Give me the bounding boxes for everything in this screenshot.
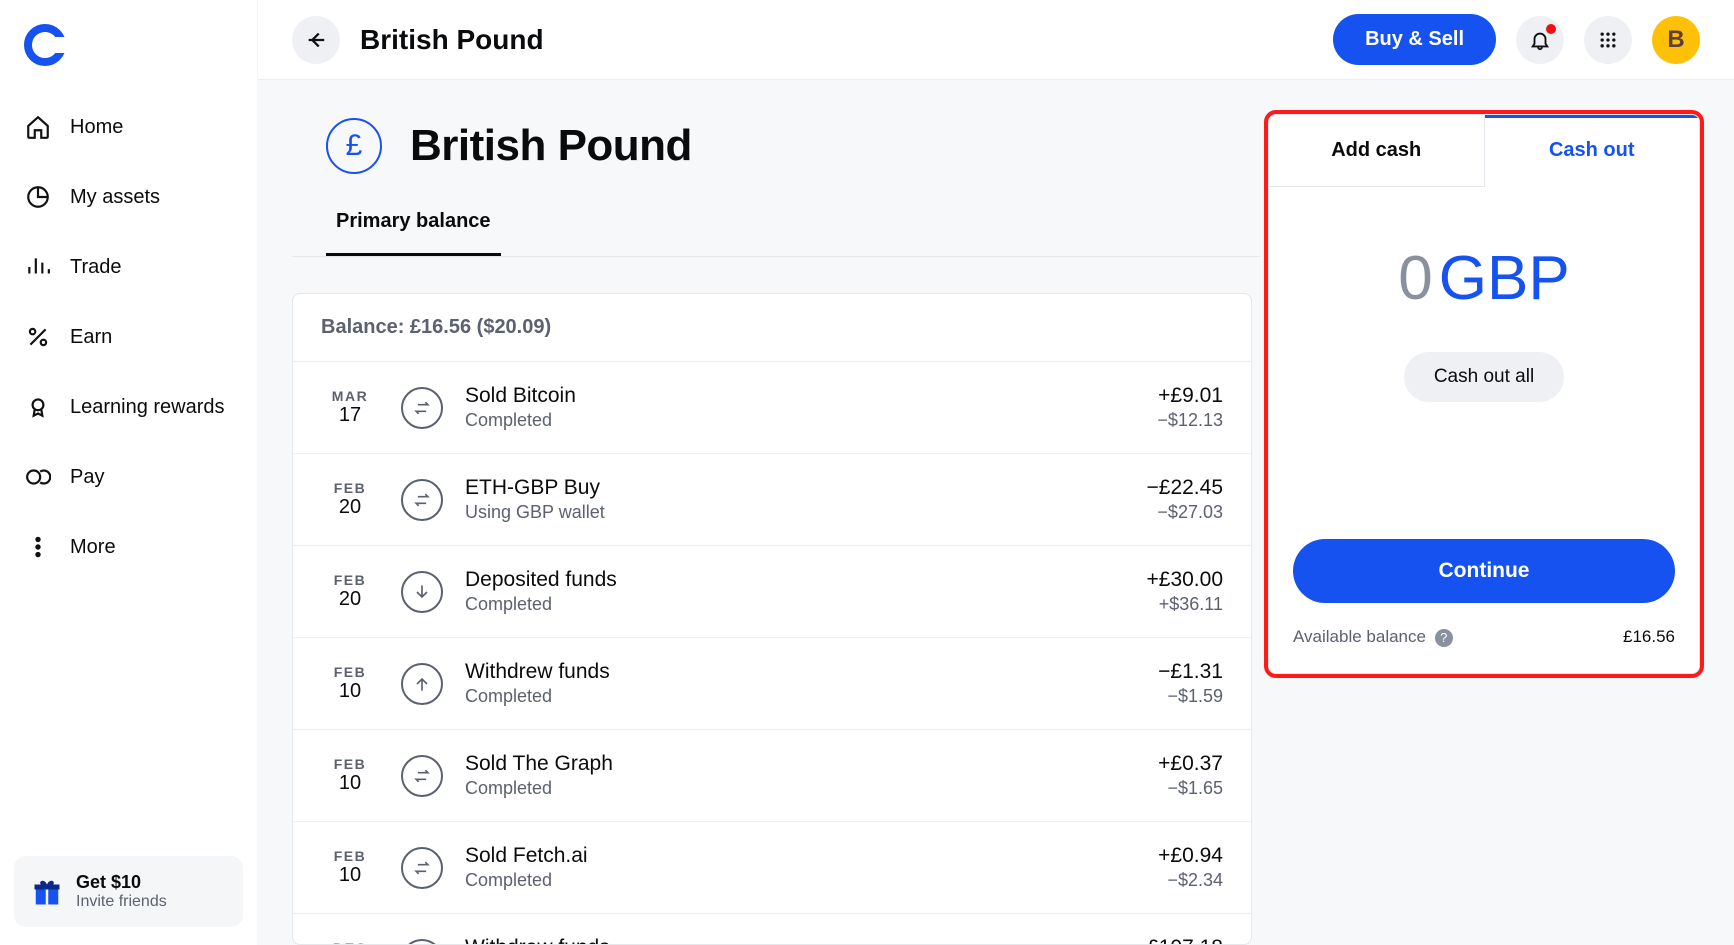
- tab-add-cash[interactable]: Add cash: [1269, 115, 1485, 187]
- tx-amount: −£107.18−$131.17: [1135, 936, 1223, 945]
- tx-date: FEB10: [321, 756, 379, 795]
- invite-friends-card[interactable]: Get $10 Invite friends: [14, 856, 243, 927]
- tx-type-icon: [401, 387, 443, 429]
- transaction-row[interactable]: FEB10 Sold Fetch.aiCompleted+£0.94−$2.34: [293, 822, 1251, 914]
- amount-value: 0: [1398, 244, 1432, 313]
- notification-dot-icon: [1546, 24, 1556, 34]
- cashout-all-button[interactable]: Cash out all: [1404, 352, 1564, 402]
- tx-info: Withdrew fundsCompleted: [465, 660, 1158, 707]
- sidebar-item-label: Trade: [70, 256, 122, 279]
- tx-info: Sold BitcoinCompleted: [465, 384, 1157, 431]
- cashout-amount-display[interactable]: 0GBP: [1269, 187, 1699, 352]
- sidebar-item-label: Earn: [70, 326, 112, 349]
- transactions-card: Balance: £16.56 ($20.09) MAR17 Sold Bitco…: [292, 293, 1252, 945]
- tx-amount: −£22.45−$27.03: [1147, 476, 1224, 523]
- coinbase-logo-icon: [24, 24, 66, 66]
- buy-sell-button[interactable]: Buy & Sell: [1333, 14, 1496, 65]
- tx-date: MAR17: [321, 388, 379, 427]
- asset-header: £ British Pound: [292, 114, 1260, 198]
- sidebar: Home My assets Trade Earn: [0, 0, 258, 945]
- apps-button[interactable]: [1584, 16, 1632, 64]
- sidebar-item-assets[interactable]: My assets: [14, 166, 243, 228]
- sidebar-item-earn[interactable]: Earn: [14, 306, 243, 368]
- tx-date: FEB10: [321, 848, 379, 887]
- back-button[interactable]: [292, 16, 340, 64]
- tx-type-icon: [401, 571, 443, 613]
- tx-type-icon: [401, 939, 443, 945]
- sidebar-item-more[interactable]: More: [14, 516, 243, 578]
- tx-amount: +£0.37−$1.65: [1158, 752, 1223, 799]
- more-icon: [24, 534, 52, 560]
- tx-amount: +£9.01−$12.13: [1157, 384, 1223, 431]
- topbar: British Pound Buy & Sell B: [258, 0, 1734, 79]
- tx-type-icon: [401, 755, 443, 797]
- learning-icon: [24, 394, 52, 420]
- tab-primary-balance[interactable]: Primary balance: [326, 198, 501, 256]
- sidebar-item-label: Pay: [70, 466, 104, 489]
- tx-info: Withdrew fundsCompleted: [465, 936, 1135, 945]
- tx-info: Deposited fundsCompleted: [465, 568, 1147, 615]
- tx-date: FEB20: [321, 480, 379, 519]
- tx-date: FEB20: [321, 572, 379, 611]
- balance-line: Balance: £16.56 ($20.09): [293, 294, 1251, 362]
- transaction-row[interactable]: FEB20 Deposited fundsCompleted+£30.00+$36…: [293, 546, 1251, 638]
- tx-amount: +£30.00+$36.11: [1147, 568, 1224, 615]
- sidebar-item-label: My assets: [70, 186, 160, 209]
- invite-title: Get $10: [76, 872, 167, 893]
- transaction-row[interactable]: FEB10 Withdrew fundsCompleted−£1.31−$1.59: [293, 638, 1251, 730]
- tx-info: Sold The GraphCompleted: [465, 752, 1158, 799]
- tab-cash-out[interactable]: Cash out: [1485, 115, 1700, 187]
- logo[interactable]: [14, 18, 243, 96]
- tx-type-icon: [401, 479, 443, 521]
- tx-amount: +£0.94−$2.34: [1158, 844, 1223, 891]
- transaction-row[interactable]: FEB10 Sold The GraphCompleted+£0.37−$1.65: [293, 730, 1251, 822]
- main-area: British Pound Buy & Sell B £ British Pou…: [258, 0, 1734, 945]
- tx-date: FEB10: [321, 664, 379, 703]
- sidebar-item-pay[interactable]: Pay: [14, 446, 243, 508]
- sidebar-item-label: Learning rewards: [70, 396, 225, 419]
- pie-icon: [24, 184, 52, 210]
- sidebar-item-learning[interactable]: Learning rewards: [14, 376, 243, 438]
- avatar-letter: B: [1667, 26, 1684, 54]
- bars-icon: [24, 254, 52, 280]
- tx-type-icon: [401, 663, 443, 705]
- tx-info: Sold Fetch.aiCompleted: [465, 844, 1158, 891]
- asset-title: British Pound: [410, 121, 692, 171]
- transaction-row[interactable]: MAR17 Sold BitcoinCompleted+£9.01−$12.13: [293, 362, 1251, 454]
- tx-date: DEC19: [321, 940, 379, 945]
- invite-sub: Invite friends: [76, 893, 167, 911]
- tx-info: ETH-GBP BuyUsing GBP wallet: [465, 476, 1147, 523]
- available-balance-value: £16.56: [1623, 627, 1675, 647]
- transaction-row[interactable]: DEC19 Withdrew fundsCompleted−£107.18−$13…: [293, 914, 1251, 945]
- tx-type-icon: [401, 847, 443, 889]
- help-icon[interactable]: ?: [1435, 629, 1453, 647]
- transaction-row[interactable]: FEB20 ETH-GBP BuyUsing GBP wallet−£22.45−…: [293, 454, 1251, 546]
- available-balance-label: Available balance ?: [1293, 627, 1453, 647]
- pay-icon: [24, 464, 52, 490]
- percent-icon: [24, 324, 52, 350]
- avatar[interactable]: B: [1652, 16, 1700, 64]
- currency-symbol-icon: £: [326, 118, 382, 174]
- cashout-panel: Add cash Cash out 0GBP Cash out all Cont…: [1268, 114, 1700, 674]
- page-title: British Pound: [360, 24, 544, 56]
- sidebar-item-home[interactable]: Home: [14, 96, 243, 158]
- amount-currency: GBP: [1439, 244, 1570, 313]
- tx-amount: −£1.31−$1.59: [1158, 660, 1223, 707]
- sidebar-item-label: Home: [70, 116, 123, 139]
- notifications-button[interactable]: [1516, 16, 1564, 64]
- continue-button[interactable]: Continue: [1293, 539, 1675, 603]
- sidebar-item-label: More: [70, 536, 116, 559]
- sidebar-item-trade[interactable]: Trade: [14, 236, 243, 298]
- gift-icon: [32, 877, 62, 907]
- home-icon: [24, 114, 52, 140]
